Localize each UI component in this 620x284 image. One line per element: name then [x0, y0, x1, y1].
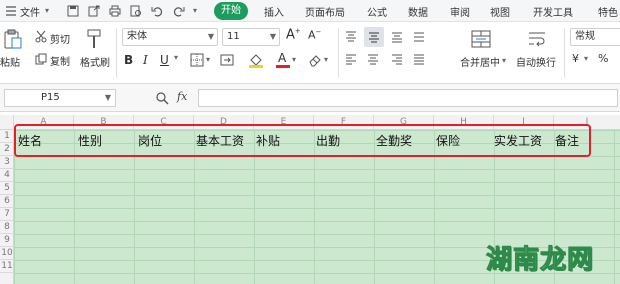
justify-icon[interactable] [412, 53, 426, 67]
fx-button[interactable]: fx [177, 90, 187, 103]
border-icon[interactable] [190, 53, 204, 67]
cell-reference-value: P15 [41, 92, 60, 103]
merge-center-icon[interactable] [470, 28, 492, 50]
row-header[interactable]: 6 [0, 195, 14, 208]
italic-icon[interactable]: I [143, 53, 148, 67]
tab-insert[interactable]: 插入 [264, 4, 284, 19]
row-header[interactable]: 3 [0, 156, 14, 169]
select-all-corner[interactable] [0, 115, 14, 130]
font-color-bar [276, 65, 290, 68]
file-menu-chevron-icon[interactable]: ▾ [45, 6, 49, 15]
fill-color-icon[interactable] [248, 52, 264, 68]
border-chevron-icon[interactable]: ▾ [206, 55, 210, 64]
font-name-value: 宋体 [127, 31, 147, 42]
align-bottom-icon[interactable] [390, 30, 404, 44]
font-size-value: 11 [227, 31, 240, 42]
eraser-chevron-icon[interactable]: ▾ [324, 55, 328, 64]
font-name-select[interactable]: 宋体 ▼ [122, 28, 218, 46]
number-format-select[interactable]: 常规 [570, 28, 620, 46]
row-header[interactable]: 11 [0, 260, 14, 273]
number-format-value: 常规 [575, 31, 595, 42]
file-menu[interactable]: 文件 [20, 4, 40, 19]
align-center-icon[interactable] [366, 53, 380, 67]
format-painter-icon[interactable] [84, 28, 104, 50]
row-header[interactable]: 10 [0, 247, 14, 260]
divider [338, 28, 339, 78]
cut-icon[interactable] [34, 30, 48, 44]
currency-icon[interactable]: ¥ [572, 52, 579, 65]
cell-reference-box[interactable]: P15 ▼ [4, 89, 116, 107]
eraser-icon[interactable] [308, 53, 322, 67]
percent-icon[interactable]: % [598, 52, 608, 65]
tab-home[interactable]: 开始 [214, 2, 248, 20]
chevron-down-icon: ▼ [104, 93, 111, 102]
divider [116, 28, 117, 78]
export-icon[interactable] [87, 4, 101, 18]
ribbon-toolbar: 粘贴 剪切 复制 格式刷 宋体 ▼ 11 ▼ A+ A− B I U ▾ ▾ A… [0, 22, 620, 84]
formula-bar: P15 ▼ fx [0, 84, 620, 112]
formula-input[interactable] [198, 89, 618, 107]
row-header-bar: 1 2 3 4 5 6 7 8 9 10 11 [0, 130, 14, 284]
tab-formulas[interactable]: 公式 [367, 4, 387, 19]
copy-button[interactable]: 复制 [50, 53, 70, 68]
font-size-select[interactable]: 11 ▼ [222, 28, 280, 46]
tab-special[interactable]: 特色 [598, 4, 618, 19]
paste-button[interactable]: 粘贴 [0, 54, 20, 69]
save-icon[interactable] [66, 4, 80, 18]
menu-bar: 文件 ▾ ▾ 开始 插入 页面布局 公式 数据 审阅 视图 开发工具 特色 [0, 0, 620, 22]
align-middle-button[interactable] [364, 27, 384, 47]
merge-center-chevron-icon[interactable]: ▾ [502, 56, 506, 65]
tab-data[interactable]: 数据 [408, 4, 428, 19]
print-icon[interactable] [108, 4, 122, 18]
row-header[interactable]: 4 [0, 169, 14, 182]
highlight-box [14, 124, 591, 157]
bold-icon[interactable]: B [124, 53, 133, 67]
font-color-icon[interactable]: A [278, 51, 286, 65]
undo-icon[interactable] [150, 4, 164, 18]
text-orientation-icon[interactable] [412, 30, 426, 44]
paste-icon[interactable] [2, 28, 24, 50]
chevron-down-icon: ▼ [269, 32, 276, 41]
row-header[interactable]: 5 [0, 182, 14, 195]
watermark: 湖南龙网 [485, 245, 594, 276]
align-left-icon[interactable] [344, 53, 358, 67]
underline-icon[interactable]: U [160, 53, 169, 67]
zoom-icon[interactable] [155, 91, 169, 105]
wrap-text-button[interactable]: 自动换行 [516, 54, 556, 69]
chevron-down-icon: ▼ [207, 32, 214, 41]
currency-chevron-icon[interactable]: ▾ [584, 54, 588, 63]
font-color-chevron-icon[interactable]: ▾ [292, 55, 296, 64]
merge-cells-icon[interactable] [220, 53, 234, 67]
align-right-icon[interactable] [390, 53, 404, 67]
quick-access-more-icon[interactable]: ▾ [193, 6, 197, 15]
decrease-font-icon[interactable]: A− [308, 28, 321, 42]
copy-icon[interactable] [34, 52, 48, 66]
tab-page-layout[interactable]: 页面布局 [305, 4, 345, 19]
tab-review[interactable]: 审阅 [450, 4, 470, 19]
wrap-text-icon[interactable] [526, 28, 548, 50]
align-top-icon[interactable] [344, 30, 358, 44]
row-header[interactable]: 8 [0, 221, 14, 234]
row-header[interactable]: 1 [0, 130, 14, 143]
tab-developer[interactable]: 开发工具 [533, 4, 573, 19]
increase-font-icon[interactable]: A+ [286, 27, 301, 42]
menu-icon[interactable] [4, 4, 18, 18]
row-header[interactable]: 7 [0, 208, 14, 221]
redo-icon[interactable] [172, 4, 186, 18]
merge-center-button[interactable]: 合并居中 [460, 54, 500, 69]
divider [564, 28, 565, 78]
format-painter-button[interactable]: 格式刷 [80, 54, 110, 69]
cut-button[interactable]: 剪切 [50, 31, 70, 46]
row-header[interactable]: 2 [0, 143, 14, 156]
underline-chevron-icon[interactable]: ▾ [174, 53, 178, 62]
tab-view[interactable]: 视图 [490, 4, 510, 19]
row-header[interactable]: 9 [0, 234, 14, 247]
print-preview-icon[interactable] [129, 4, 143, 18]
